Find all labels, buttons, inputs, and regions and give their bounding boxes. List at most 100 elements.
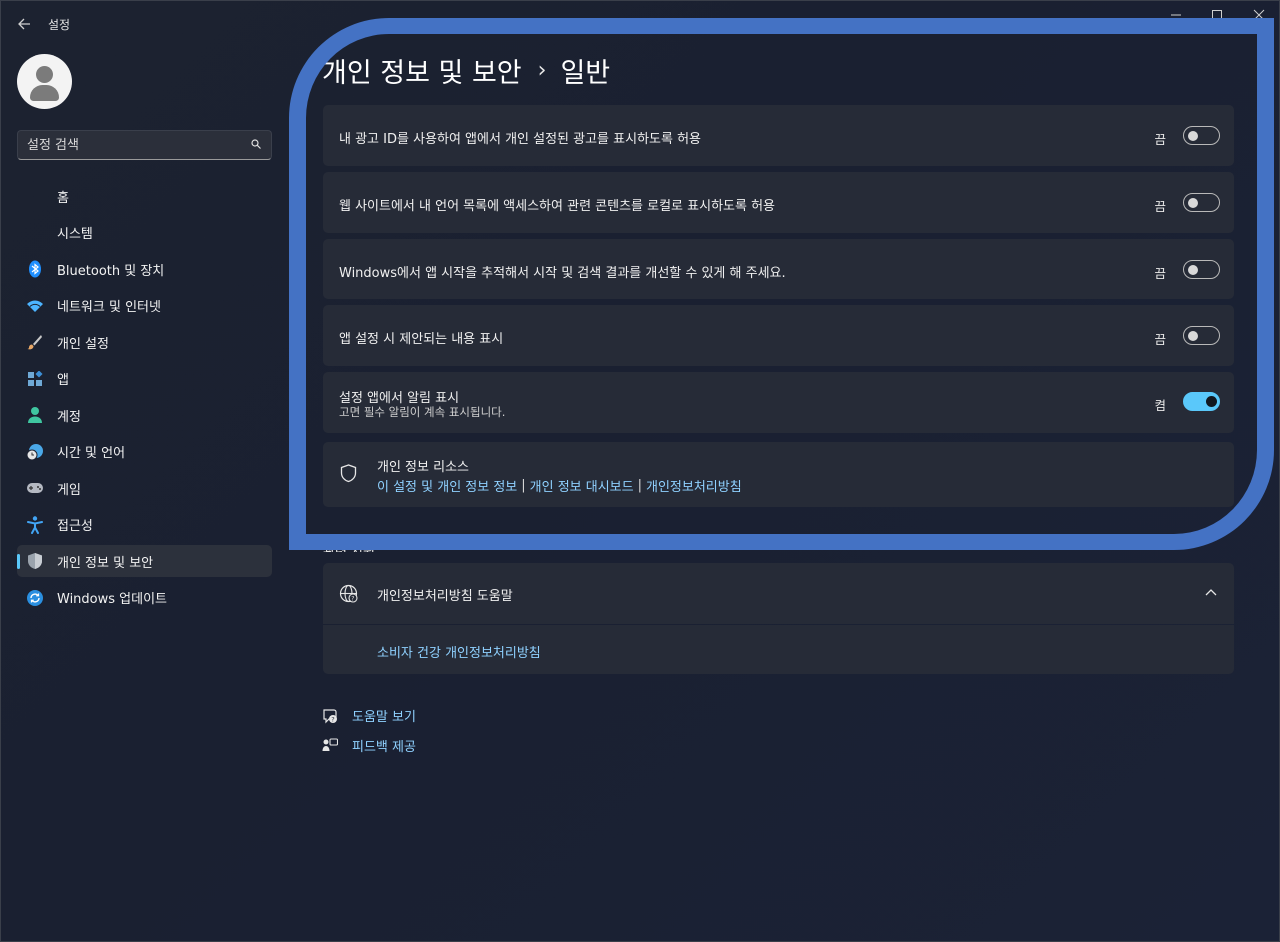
toggle-knob bbox=[1188, 198, 1198, 208]
privacy-resources-title: 개인 정보 리소스 bbox=[377, 460, 469, 475]
toggle-state-label: 끔 bbox=[1154, 199, 1166, 214]
privacy-resources-card: 개인 정보 리소스 이 설정 및 개인 정보 정보 | 개인 정보 대시보드 |… bbox=[323, 442, 1234, 507]
sidebar-item-gaming[interactable]: 게임 bbox=[17, 472, 272, 504]
expander-title: 개인정보처리방침 도움말 bbox=[377, 589, 513, 604]
settings-window: 설정 홈 시스템 Bluetooth 및 장치 bbox=[0, 0, 1280, 942]
app-launch-tracking-toggle[interactable] bbox=[1183, 260, 1220, 279]
sidebar-item-system[interactable]: 시스템 bbox=[17, 217, 272, 249]
toggle-state-label: 끔 bbox=[1154, 132, 1166, 147]
maximize-button[interactable] bbox=[1202, 7, 1232, 27]
sidebar-item-label: Bluetooth 및 장치 bbox=[57, 263, 165, 279]
system-icon bbox=[25, 223, 45, 243]
app-title: 설정 bbox=[48, 18, 71, 32]
sidebar-item-accounts[interactable]: 계정 bbox=[17, 399, 272, 431]
svg-text:?: ? bbox=[331, 715, 334, 723]
user-avatar[interactable] bbox=[17, 54, 72, 109]
sidebar-item-label: 앱 bbox=[57, 373, 69, 388]
toggle-knob bbox=[1188, 265, 1198, 275]
link-settings-privacy-info[interactable]: 이 설정 및 개인 정보 정보 bbox=[377, 476, 517, 495]
give-feedback-row[interactable]: 피드백 제공 bbox=[321, 736, 416, 755]
chevron-up-icon[interactable] bbox=[1205, 588, 1217, 596]
avatar-body bbox=[30, 85, 59, 101]
globe-clock-icon bbox=[25, 442, 45, 462]
suggested-content-toggle[interactable] bbox=[1183, 326, 1220, 345]
title-bar: 설정 bbox=[1, 1, 1280, 45]
sidebar-item-label: 홈 bbox=[57, 190, 69, 206]
setting-label: 앱 설정 시 제안되는 내용 표시 bbox=[339, 332, 504, 347]
notifications-toggle[interactable] bbox=[1183, 392, 1220, 411]
toggle-state-label: 끔 bbox=[1154, 332, 1166, 347]
brush-icon bbox=[25, 332, 45, 352]
link-separator: | bbox=[637, 478, 642, 493]
active-indicator bbox=[17, 554, 20, 569]
language-list-toggle[interactable] bbox=[1183, 193, 1220, 212]
sidebar-item-home[interactable]: 홈 bbox=[17, 180, 272, 212]
setting-row-advertising-id[interactable]: 내 광고 ID를 사용하여 앱에서 개인 설정된 광고를 표시하도록 허용 끔 bbox=[323, 105, 1234, 166]
wifi-icon bbox=[25, 296, 45, 316]
maximize-icon bbox=[1212, 10, 1222, 20]
sidebar-nav: 홈 시스템 Bluetooth 및 장치 네트워크 및 인터넷 개인 설정 앱 … bbox=[17, 180, 272, 618]
sidebar-item-apps[interactable]: 앱 bbox=[17, 363, 272, 395]
sidebar-item-label: 시스템 bbox=[57, 227, 93, 242]
sidebar-item-label: 계정 bbox=[57, 409, 81, 425]
sidebar-item-network[interactable]: 네트워크 및 인터넷 bbox=[17, 290, 272, 322]
setting-label: 웹 사이트에서 내 언어 목록에 액세스하여 관련 콘텐츠를 로컬로 표시하도록… bbox=[339, 199, 776, 214]
sidebar-item-label: 네트워크 및 인터넷 bbox=[57, 300, 161, 315]
get-help-link[interactable]: 도움말 보기 bbox=[352, 706, 416, 725]
breadcrumb-separator: › bbox=[537, 58, 547, 83]
gamepad-icon bbox=[25, 478, 45, 498]
close-button[interactable] bbox=[1244, 7, 1274, 27]
toggle-knob bbox=[1188, 331, 1198, 341]
link-consumer-health-privacy[interactable]: 소비자 건강 개인정보처리방침 bbox=[377, 642, 541, 661]
advertising-id-toggle[interactable] bbox=[1183, 126, 1220, 145]
toggle-state-label: 켬 bbox=[1154, 398, 1166, 413]
breadcrumb-parent[interactable]: 개인 정보 및 보안 bbox=[322, 51, 522, 90]
privacy-policy-help-expander[interactable]: ? 개인정보처리방침 도움말 bbox=[323, 563, 1234, 624]
setting-row-app-launch-tracking[interactable]: Windows에서 앱 시작을 추적해서 시작 및 검색 결과를 개선할 수 있… bbox=[323, 239, 1234, 299]
bluetooth-icon bbox=[25, 259, 45, 279]
account-icon bbox=[25, 405, 45, 425]
apps-icon bbox=[25, 369, 45, 389]
svg-text:?: ? bbox=[351, 596, 354, 603]
sidebar-item-label: 접근성 bbox=[57, 519, 93, 534]
sidebar-item-bluetooth[interactable]: Bluetooth 및 장치 bbox=[17, 253, 272, 285]
link-privacy-dashboard[interactable]: 개인 정보 대시보드 bbox=[530, 476, 634, 495]
accessibility-icon bbox=[25, 515, 45, 535]
privacy-links: 이 설정 및 개인 정보 정보 | 개인 정보 대시보드 | 개인정보처리방침 bbox=[377, 476, 742, 495]
link-privacy-policy[interactable]: 개인정보처리방침 bbox=[646, 476, 742, 495]
avatar-head bbox=[36, 66, 53, 83]
shield-outline-icon bbox=[340, 464, 357, 483]
get-help-row[interactable]: ? 도움말 보기 bbox=[321, 706, 416, 725]
toggle-knob bbox=[1206, 396, 1217, 407]
give-feedback-link[interactable]: 피드백 제공 bbox=[352, 736, 416, 755]
sidebar-item-personalization[interactable]: 개인 설정 bbox=[17, 326, 272, 358]
sidebar-item-label: Windows 업데이트 bbox=[57, 592, 168, 607]
close-icon bbox=[1253, 9, 1265, 21]
sidebar-item-label: 개인 설정 bbox=[57, 336, 109, 352]
sidebar-item-label: 개인 정보 및 보안 bbox=[57, 555, 154, 571]
related-support-heading: 관련 지원 bbox=[323, 541, 375, 552]
update-icon bbox=[25, 588, 45, 608]
feedback-icon bbox=[321, 737, 339, 755]
shield-icon bbox=[25, 551, 45, 571]
help-chat-icon: ? bbox=[321, 707, 339, 725]
minimize-button[interactable] bbox=[1161, 7, 1191, 27]
search-icon[interactable] bbox=[251, 139, 261, 149]
globe-help-icon: ? bbox=[339, 584, 358, 603]
setting-label: Windows에서 앱 시작을 추적해서 시작 및 검색 결과를 개선할 수 있… bbox=[339, 266, 786, 281]
sidebar-item-label: 시간 및 언어 bbox=[57, 446, 126, 461]
search-input[interactable] bbox=[27, 136, 242, 154]
sidebar-item-privacy-security[interactable]: 개인 정보 및 보안 bbox=[17, 545, 272, 577]
sidebar-item-accessibility[interactable]: 접근성 bbox=[17, 509, 272, 541]
setting-label: 내 광고 ID를 사용하여 앱에서 개인 설정된 광고를 표시하도록 허용 bbox=[339, 132, 701, 147]
sidebar-item-windows-update[interactable]: Windows 업데이트 bbox=[17, 582, 272, 614]
minimize-icon bbox=[1171, 14, 1181, 16]
sidebar-item-time-language[interactable]: 시간 및 언어 bbox=[17, 436, 272, 468]
back-button[interactable] bbox=[13, 13, 35, 35]
settings-search[interactable] bbox=[17, 130, 272, 160]
setting-row-notifications[interactable]: 설정 앱에서 알림 표시 고면 필수 알림이 계속 표시됩니다. 켬 bbox=[323, 372, 1234, 433]
setting-row-language-list[interactable]: 웹 사이트에서 내 언어 목록에 액세스하여 관련 콘텐츠를 로컬로 표시하도록… bbox=[323, 172, 1234, 233]
breadcrumb: 개인 정보 및 보안 › 일반 bbox=[322, 51, 610, 90]
setting-row-suggested-content[interactable]: 앱 설정 시 제안되는 내용 표시 끔 bbox=[323, 305, 1234, 366]
home-icon bbox=[25, 186, 45, 206]
